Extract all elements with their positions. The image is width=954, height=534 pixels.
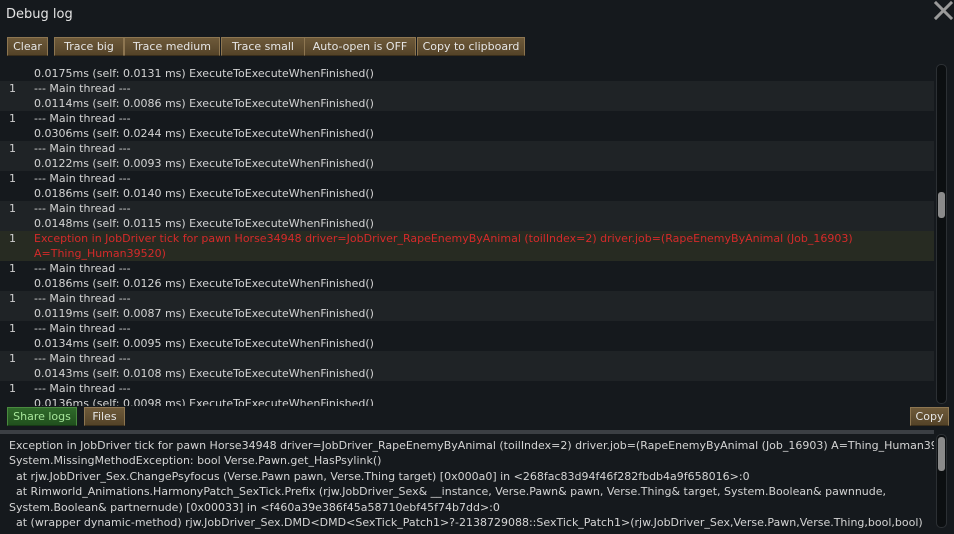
log-text: 0.0175ms (self: 0.0131 ms) ExecuteToExec… <box>34 67 374 80</box>
log-list[interactable]: 0.0175ms (self: 0.0131 ms) ExecuteToExec… <box>0 64 934 406</box>
log-text: --- Main thread --- <box>34 262 131 275</box>
log-count: 1 <box>9 172 16 185</box>
window-title: Debug log <box>6 7 73 22</box>
log-scrollbar-thumb[interactable] <box>938 192 945 218</box>
log-row[interactable]: 0.0148ms (self: 0.0115 ms) ExecuteToExec… <box>0 216 934 231</box>
log-text: 0.0306ms (self: 0.0244 ms) ExecuteToExec… <box>34 127 374 140</box>
detail-line: System.Boolean& partnernude) [0x00033] i… <box>9 501 500 514</box>
detail-scrollbar-thumb[interactable] <box>938 437 945 471</box>
log-row[interactable]: 1 --- Main thread --- <box>0 141 934 156</box>
log-row[interactable]: 0.0134ms (self: 0.0095 ms) ExecuteToExec… <box>0 336 934 351</box>
log-text: --- Main thread --- <box>34 142 131 155</box>
log-text: 0.0119ms (self: 0.0087 ms) ExecuteToExec… <box>34 307 374 320</box>
log-detail-panel[interactable]: Exception in JobDriver tick for pawn Hor… <box>0 430 934 534</box>
log-text: --- Main thread --- <box>34 112 131 125</box>
auto-open-toggle-button[interactable]: Auto-open is OFF <box>304 37 416 56</box>
log-row[interactable]: 1 --- Main thread --- <box>0 111 934 126</box>
copy-button[interactable]: Copy <box>910 407 949 426</box>
share-logs-button[interactable]: Share logs <box>7 407 77 426</box>
detail-line: at rjw.JobDriver_Sex.ChangePsyfocus (Ver… <box>9 470 750 483</box>
log-row[interactable]: 0.0186ms (self: 0.0126 ms) ExecuteToExec… <box>0 276 934 291</box>
log-row-error[interactable]: 1 Exception in JobDriver tick for pawn Ho… <box>0 231 934 246</box>
log-row[interactable]: 0.0186ms (self: 0.0140 ms) ExecuteToExec… <box>0 186 934 201</box>
trace-medium-button[interactable]: Trace medium <box>124 37 220 56</box>
bottom-toolbar: Share logs Files Copy <box>0 406 954 429</box>
log-count: 1 <box>9 262 16 275</box>
log-text: 0.0143ms (self: 0.0108 ms) ExecuteToExec… <box>34 367 374 380</box>
log-text: --- Main thread --- <box>34 292 131 305</box>
log-row[interactable]: 1 --- Main thread --- <box>0 81 934 96</box>
log-text: 0.0122ms (self: 0.0093 ms) ExecuteToExec… <box>34 157 374 170</box>
log-count: 1 <box>9 232 16 245</box>
log-row[interactable]: 0.0119ms (self: 0.0087 ms) ExecuteToExec… <box>0 306 934 321</box>
trace-big-button[interactable]: Trace big <box>54 37 124 56</box>
log-text: --- Main thread --- <box>34 322 131 335</box>
close-icon <box>933 0 954 21</box>
log-text: 0.0186ms (self: 0.0126 ms) ExecuteToExec… <box>34 277 374 290</box>
trace-small-button[interactable]: Trace small <box>221 37 305 56</box>
log-row[interactable]: 0.0114ms (self: 0.0086 ms) ExecuteToExec… <box>0 96 934 111</box>
log-row[interactable]: 0.0175ms (self: 0.0131 ms) ExecuteToExec… <box>0 66 934 81</box>
log-count: 1 <box>9 292 16 305</box>
log-count: 1 <box>9 202 16 215</box>
log-count: 1 <box>9 112 16 125</box>
log-text: --- Main thread --- <box>34 82 131 95</box>
log-text: Exception in JobDriver tick for pawn Hor… <box>34 232 853 245</box>
log-row[interactable]: 0.0306ms (self: 0.0244 ms) ExecuteToExec… <box>0 126 934 141</box>
detail-line: System.MissingMethodException: bool Vers… <box>9 454 382 467</box>
log-scrollbar-track[interactable] <box>936 64 947 404</box>
log-text: 0.0114ms (self: 0.0086 ms) ExecuteToExec… <box>34 97 374 110</box>
detail-line: Exception in JobDriver tick for pawn Hor… <box>9 439 934 452</box>
clear-button[interactable]: Clear <box>7 37 48 56</box>
log-text: A=Thing_Human39520) <box>34 247 166 260</box>
detail-line: at (wrapper dynamic-method) rjw.JobDrive… <box>9 516 923 529</box>
log-text: --- Main thread --- <box>34 352 131 365</box>
log-count: 1 <box>9 82 16 95</box>
log-row[interactable]: 1 --- Main thread --- <box>0 201 934 216</box>
log-text: --- Main thread --- <box>34 382 131 395</box>
log-row[interactable]: 1 --- Main thread --- <box>0 171 934 186</box>
detail-line: at Rimworld_Animations.HarmonyPatch_SexT… <box>9 485 887 498</box>
log-row[interactable]: 1 --- Main thread --- <box>0 351 934 366</box>
log-row[interactable]: 0.0136ms (self: 0.0098 ms) ExecuteToExec… <box>0 396 934 406</box>
log-text: 0.0148ms (self: 0.0115 ms) ExecuteToExec… <box>34 217 374 230</box>
log-row[interactable]: 1 --- Main thread --- <box>0 261 934 276</box>
log-count: 1 <box>9 142 16 155</box>
copy-to-clipboard-button[interactable]: Copy to clipboard <box>417 37 525 56</box>
log-text: 0.0134ms (self: 0.0095 ms) ExecuteToExec… <box>34 337 374 350</box>
log-count: 1 <box>9 352 16 365</box>
log-count: 1 <box>9 382 16 395</box>
close-button[interactable] <box>932 0 954 22</box>
log-text: --- Main thread --- <box>34 202 131 215</box>
log-row[interactable]: 1 --- Main thread --- <box>0 291 934 306</box>
log-row[interactable]: 1 --- Main thread --- <box>0 321 934 336</box>
log-row[interactable]: 1 --- Main thread --- <box>0 381 934 396</box>
log-text: 0.0136ms (self: 0.0098 ms) ExecuteToExec… <box>34 397 374 406</box>
log-row[interactable]: 0.0122ms (self: 0.0093 ms) ExecuteToExec… <box>0 156 934 171</box>
log-text: --- Main thread --- <box>34 172 131 185</box>
log-row[interactable]: 0.0143ms (self: 0.0108 ms) ExecuteToExec… <box>0 366 934 381</box>
log-text: 0.0186ms (self: 0.0140 ms) ExecuteToExec… <box>34 187 374 200</box>
files-button[interactable]: Files <box>84 407 125 426</box>
log-row-error-continued[interactable]: A=Thing_Human39520) <box>0 246 934 261</box>
log-count: 1 <box>9 322 16 335</box>
